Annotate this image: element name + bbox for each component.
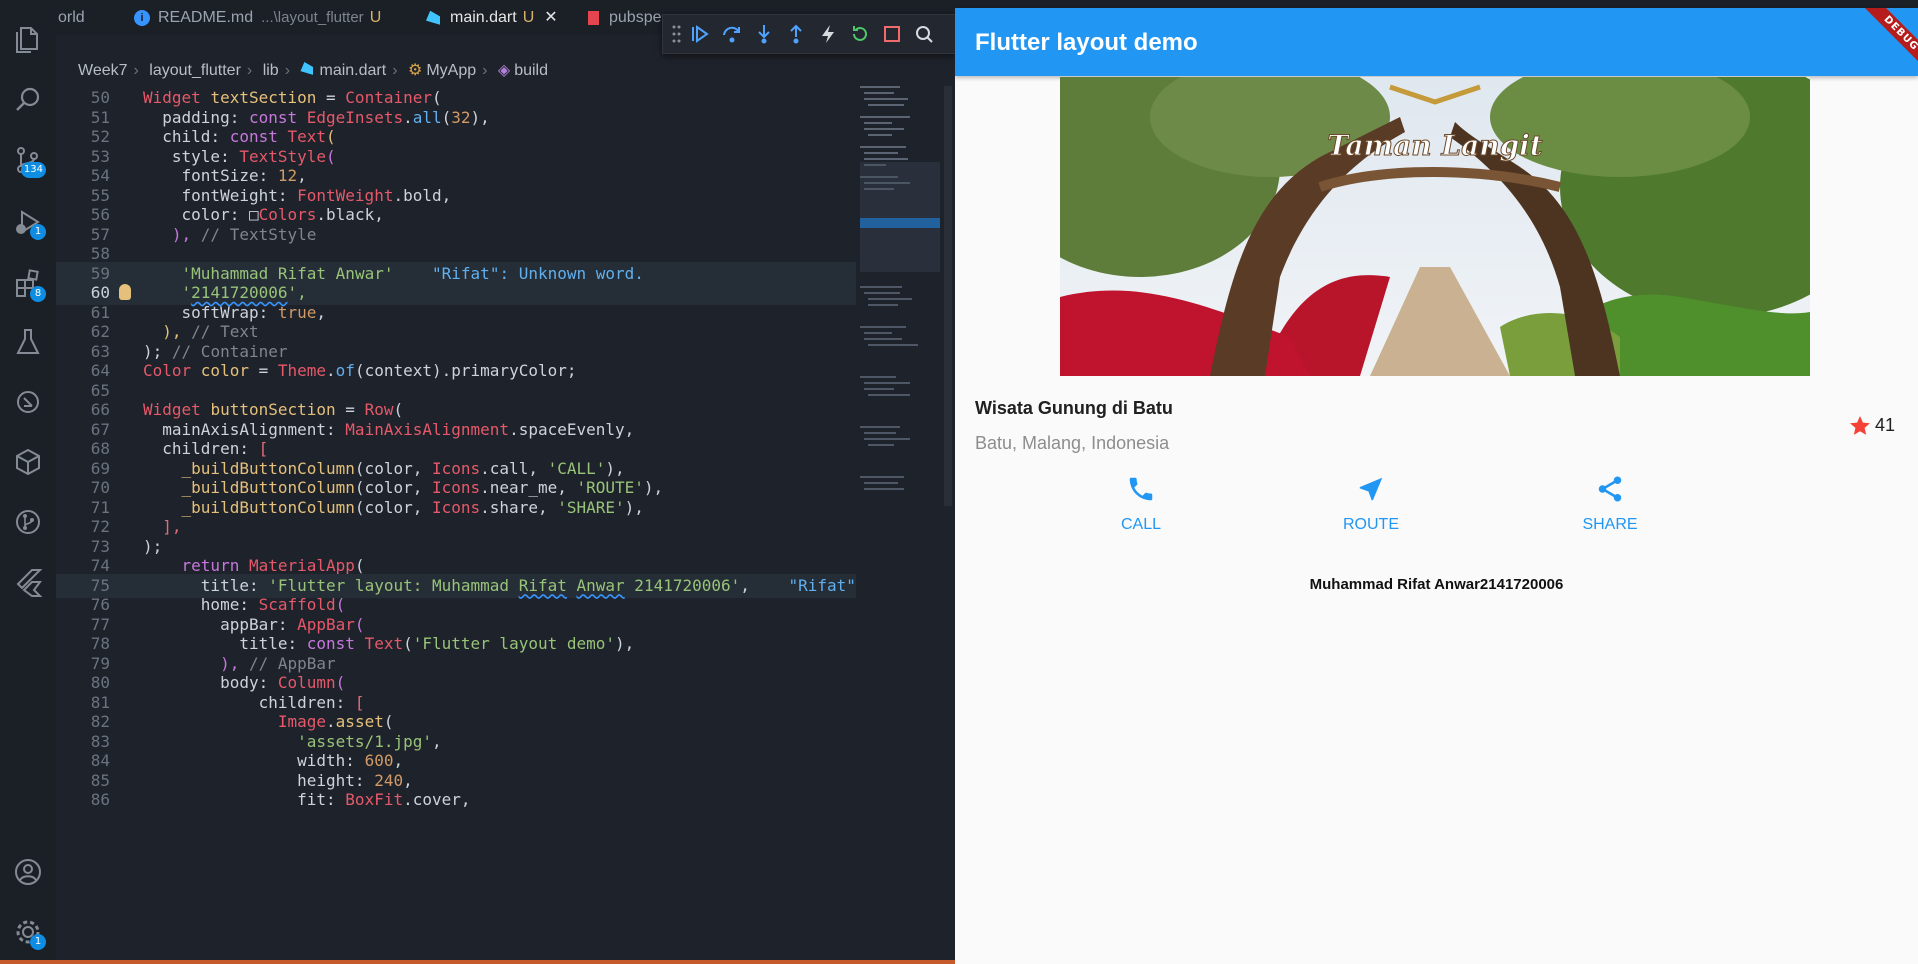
- info-icon: i: [134, 9, 150, 26]
- hot-reload-icon[interactable]: [817, 23, 839, 45]
- stop-icon[interactable]: [881, 23, 903, 45]
- line-number: 86: [90, 790, 110, 809]
- photo-sign-text: Taman Langit: [1327, 129, 1543, 162]
- code-editor-window: 134 1 8 1 orld i README.md ...\layout_fl…: [0, 0, 955, 964]
- debug-banner-label: DEBUG: [1856, 8, 1918, 78]
- tab-status: U: [522, 9, 535, 26]
- devtools-search-icon[interactable]: [913, 23, 935, 45]
- minimap[interactable]: [860, 86, 942, 506]
- app-bar: Flutter layout demo: [955, 8, 1918, 76]
- share-icon: [1598, 476, 1622, 502]
- tab-label: pubspe: [609, 9, 662, 26]
- testing-flask-icon[interactable]: [10, 324, 46, 360]
- breadcrumb-item[interactable]: main.dart: [319, 62, 386, 79]
- run-debug-icon[interactable]: 1: [10, 204, 46, 240]
- route-label: ROUTE: [1343, 516, 1399, 533]
- extensions-badge: 8: [30, 286, 46, 302]
- restart-icon[interactable]: [849, 23, 871, 45]
- explorer-icon[interactable]: [10, 22, 46, 58]
- tab-label: README.md: [158, 9, 254, 26]
- flutter-icon[interactable]: [10, 564, 46, 600]
- phone-icon: [1129, 477, 1153, 501]
- taman-langit-photo: Taman Langit: [1060, 77, 1810, 376]
- close-icon[interactable]: ✕: [544, 9, 557, 26]
- container-cube-icon[interactable]: [10, 444, 46, 480]
- activity-bar: 134 1 8 1: [0, 0, 56, 964]
- route-button[interactable]: ROUTE: [1311, 474, 1431, 534]
- place-location: Batu, Malang, Indonesia: [975, 433, 1170, 453]
- dart-file-icon: [426, 10, 440, 25]
- step-out-icon[interactable]: [785, 23, 807, 45]
- breadcrumb-item[interactable]: MyApp: [426, 62, 476, 79]
- tab-path: ...\layout_flutter: [261, 9, 364, 26]
- tab-main-dart[interactable]: main.dart U ✕: [426, 0, 558, 35]
- extensions-icon[interactable]: 8: [10, 266, 46, 302]
- debug-toolbar: [662, 14, 955, 54]
- git-graph-icon[interactable]: [10, 504, 46, 540]
- method-cube-icon: ◈: [497, 62, 511, 79]
- search-icon[interactable]: [10, 82, 46, 118]
- call-button[interactable]: CALL: [1081, 474, 1201, 534]
- debug-banner: DEBUG: [1838, 8, 1918, 88]
- status-line-accent: [0, 960, 955, 964]
- call-label: CALL: [1120, 516, 1162, 533]
- breadcrumb-item[interactable]: lib: [263, 62, 279, 79]
- share-button[interactable]: SHARE: [1550, 474, 1670, 534]
- app-bar-title: Flutter layout demo: [975, 29, 1198, 56]
- breadcrumb-item[interactable]: build: [514, 62, 548, 79]
- source-control-icon[interactable]: 134: [10, 142, 46, 178]
- code-text: fit: BoxFit.cover,: [143, 790, 471, 809]
- text-section: Muhammad Rifat Anwar2141720006: [1309, 576, 1564, 593]
- breadcrumb-item[interactable]: layout_flutter: [149, 62, 241, 79]
- share-label: SHARE: [1582, 516, 1638, 533]
- tab-label: orld: [58, 9, 85, 26]
- flutter-app-window: Flutter layout demo DEBUG Taman Langit W…: [955, 0, 1918, 964]
- continue-icon[interactable]: [689, 23, 711, 45]
- manage-gear-icon[interactable]: 1: [10, 914, 46, 950]
- window-top-strip: [955, 0, 1918, 8]
- class-symbol-icon: ⚙: [407, 62, 423, 79]
- step-over-icon[interactable]: [721, 23, 743, 45]
- remote-explorer-icon[interactable]: [10, 384, 46, 420]
- dart-file-icon: [300, 62, 314, 75]
- code-line[interactable]: 86 fit: BoxFit.cover,: [56, 788, 856, 812]
- tab-readme[interactable]: i README.md ...\layout_flutter U: [134, 0, 381, 35]
- tab-status: U: [369, 9, 382, 26]
- breadcrumb-item[interactable]: Week7: [78, 62, 128, 79]
- accounts-icon[interactable]: [10, 854, 46, 890]
- lightbulb-icon[interactable]: [119, 284, 131, 300]
- tab-pubspec[interactable]: pubspe: [588, 0, 662, 35]
- yaml-file-icon: [588, 10, 599, 25]
- star-icon: [1850, 416, 1870, 435]
- code-area[interactable]: 50 Widget textSection = Container(51 padd…: [56, 86, 856, 964]
- tab-partial[interactable]: orld: [58, 0, 85, 35]
- place-title: Wisata Gunung di Batu: [975, 398, 1173, 418]
- breadcrumb: Week7 › layout_flutter › lib › main.dart › ⚙…: [78, 62, 549, 79]
- tab-label: main.dart: [450, 9, 517, 26]
- settings-badge: 1: [30, 934, 46, 950]
- vertical-scrollbar[interactable]: [944, 86, 952, 506]
- drag-grip-icon[interactable]: [671, 24, 681, 44]
- near-me-icon: [1359, 477, 1383, 501]
- favorite-count: 41: [1875, 415, 1896, 435]
- run-debug-badge: 1: [30, 224, 46, 240]
- step-into-icon[interactable]: [753, 23, 775, 45]
- source-control-badge: 134: [20, 162, 46, 178]
